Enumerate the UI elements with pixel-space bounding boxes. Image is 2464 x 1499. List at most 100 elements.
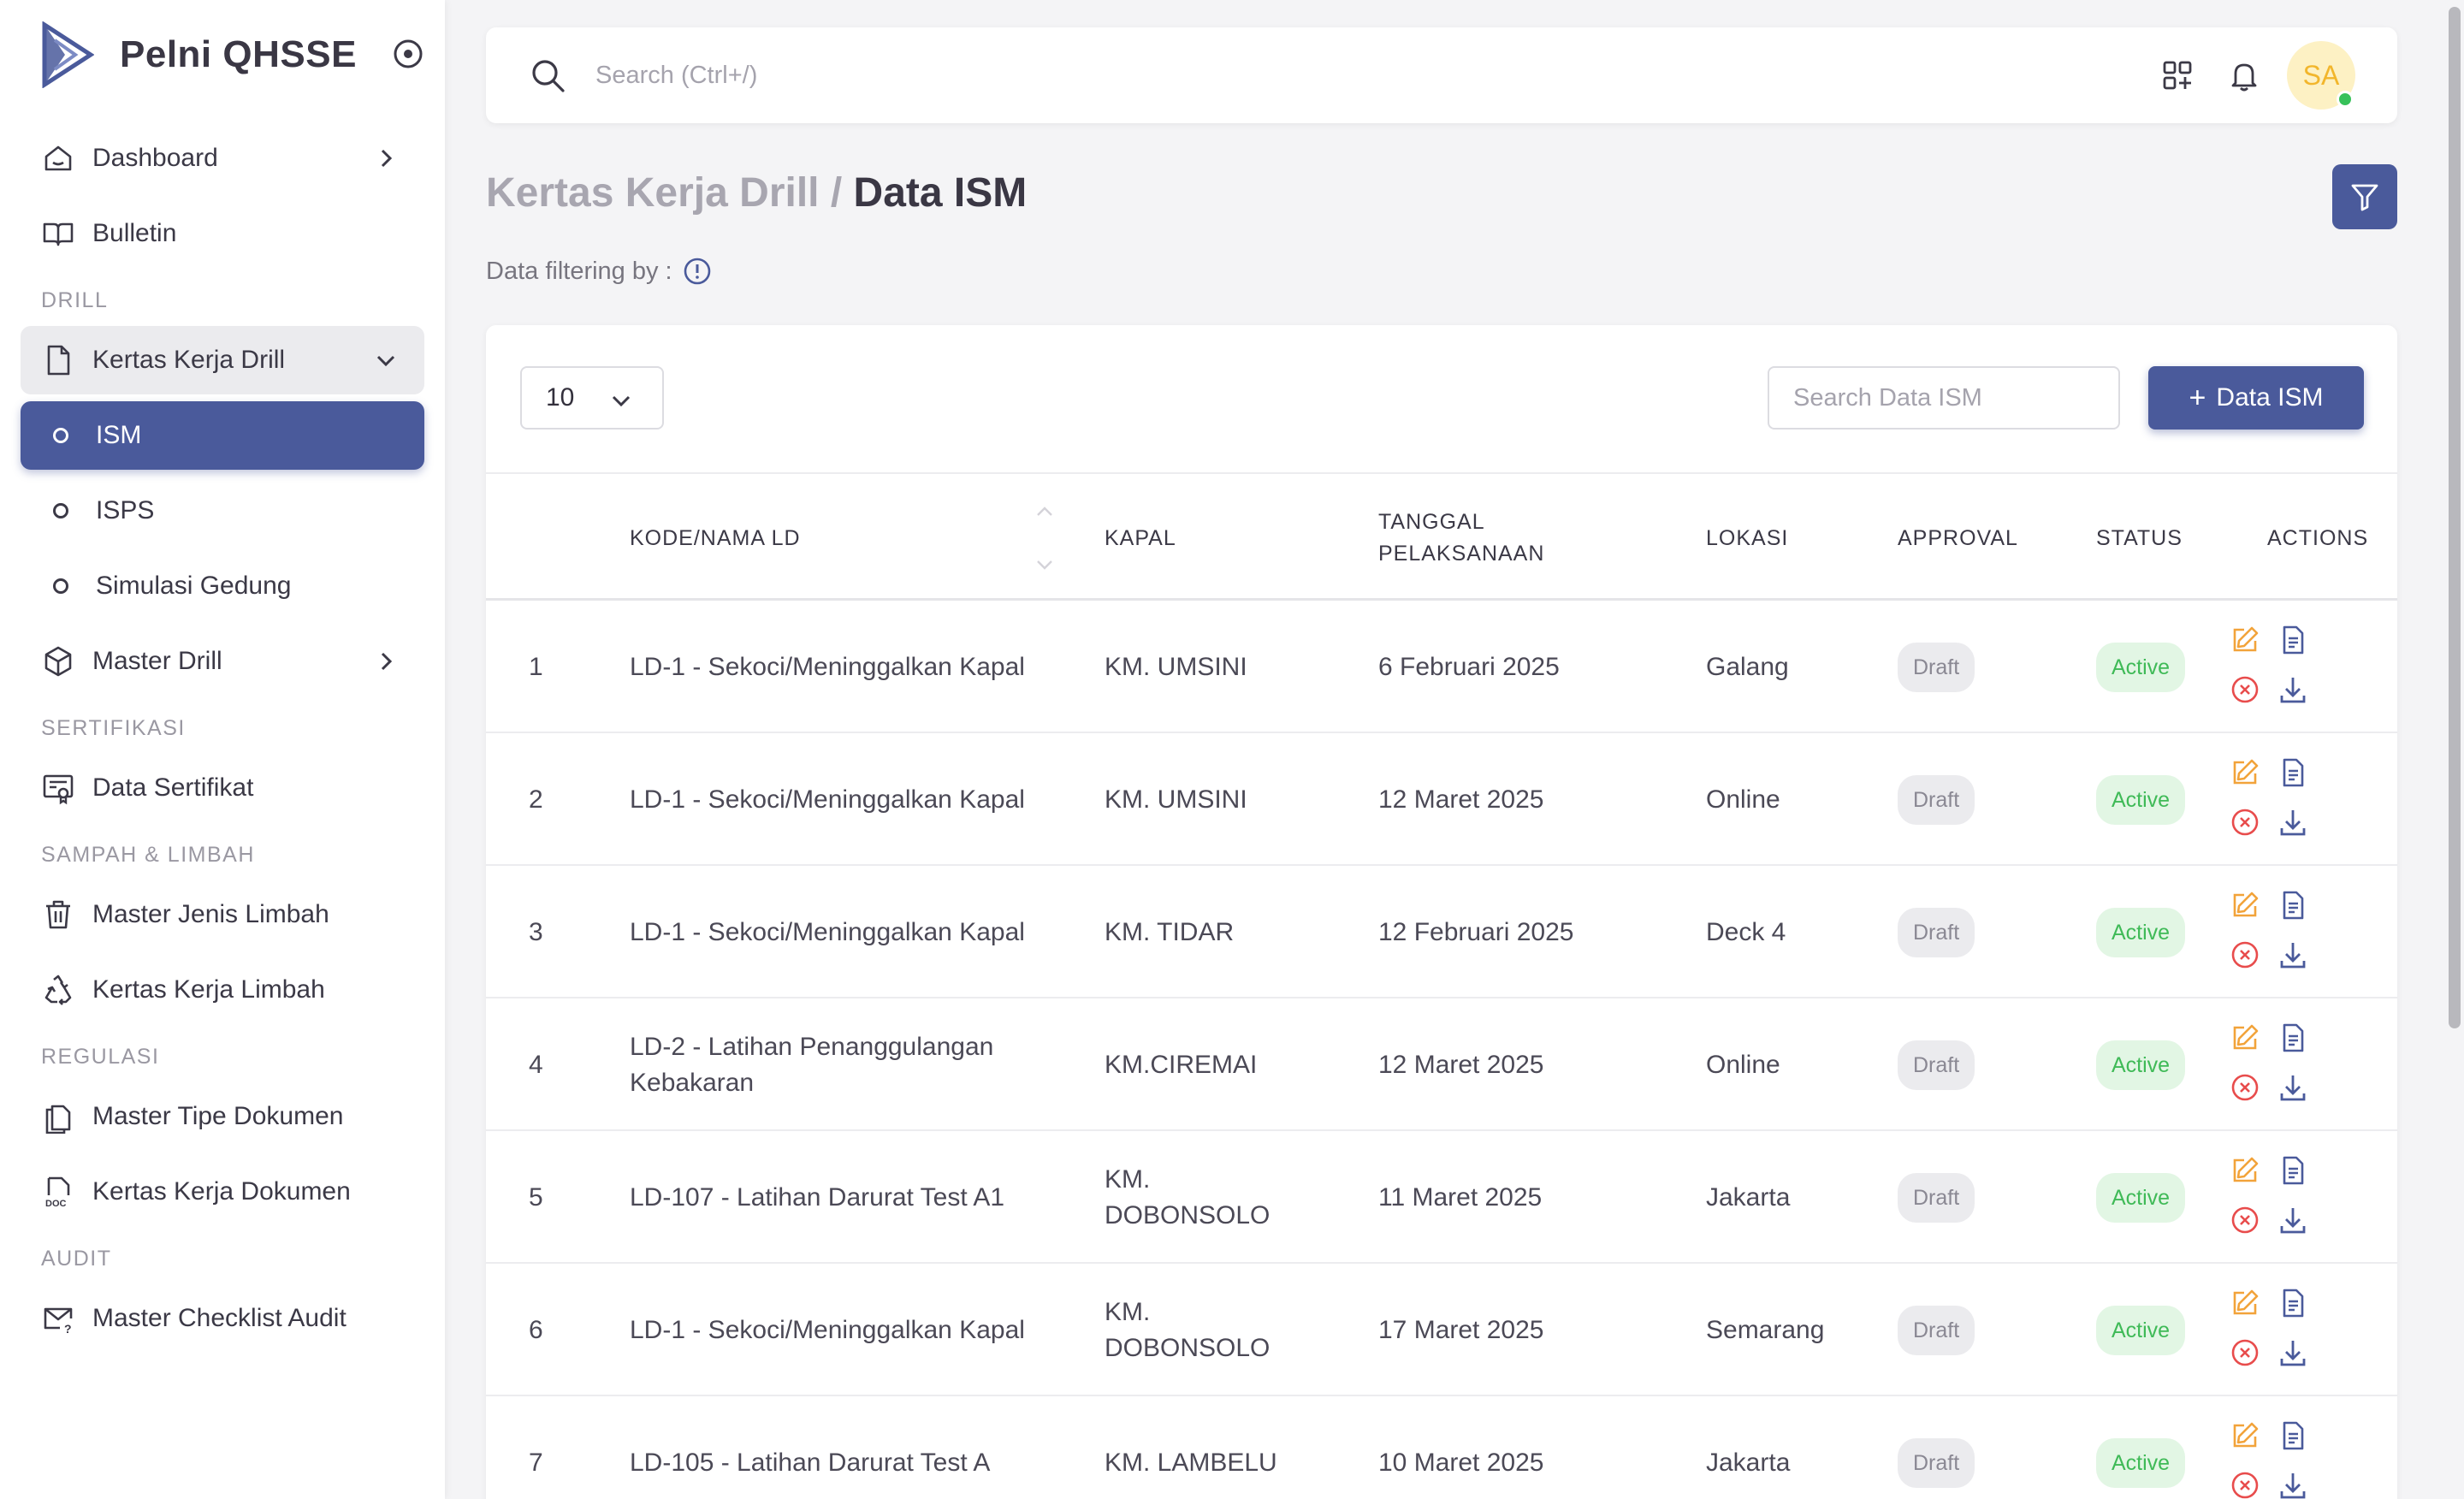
chevron-down-icon — [612, 395, 631, 407]
download-icon[interactable] — [2277, 674, 2308, 705]
row-actions — [2230, 1022, 2315, 1108]
sidebar-item-master-checklist-audit[interactable]: ? Master Checklist Audit — [21, 1284, 424, 1353]
delete-icon[interactable] — [2230, 939, 2260, 970]
filter-button[interactable] — [2332, 164, 2397, 229]
delete-icon[interactable] — [2230, 807, 2260, 838]
certificate-icon — [43, 774, 74, 805]
edit-icon[interactable] — [2230, 1155, 2260, 1186]
download-icon[interactable] — [2277, 1072, 2308, 1103]
status-badge: Active — [2096, 907, 2186, 957]
cell-lokasi: Online — [1706, 785, 1780, 814]
delete-icon[interactable] — [2230, 674, 2260, 705]
delete-icon[interactable] — [2230, 1072, 2260, 1103]
document-icon[interactable] — [2277, 1022, 2308, 1053]
add-data-ism-button[interactable]: + Data ISM — [2148, 366, 2364, 430]
sidebar-item-master-tipe-dokumen[interactable]: Master Tipe Dokumen — [21, 1082, 424, 1151]
apps-add-icon[interactable] — [2160, 58, 2194, 92]
sidebar-item-label: Master Jenis Limbah — [92, 900, 329, 928]
cell-kapal: KM.CIREMAI — [1105, 1050, 1258, 1079]
cell-no: 2 — [529, 785, 543, 814]
delete-icon[interactable] — [2230, 1205, 2260, 1235]
document-icon[interactable] — [2277, 890, 2308, 921]
sidebar-item-master-drill[interactable]: Master Drill — [21, 627, 424, 696]
sidebar-item-kertas-kerja-drill[interactable]: Kertas Kerja Drill — [21, 326, 424, 394]
scrollbar-thumb[interactable] — [2449, 7, 2461, 1028]
rows-per-page-select[interactable]: 10 — [520, 366, 664, 430]
sidebar-item-ism[interactable]: ISM — [21, 401, 424, 470]
status-badge: Active — [2096, 1305, 2186, 1355]
cell-lokasi: Jakarta — [1706, 1448, 1791, 1477]
column-header-kode[interactable]: KODE/NAMA LD — [630, 474, 801, 602]
download-icon[interactable] — [2277, 1337, 2308, 1368]
page-title: Kertas Kerja Drill / Data ISM — [486, 169, 1027, 216]
column-header-approval: APPROVAL — [1898, 525, 2018, 550]
plus-icon: + — [2189, 381, 2206, 414]
edit-icon[interactable] — [2230, 757, 2260, 788]
doc-file-icon: DOC — [45, 1176, 70, 1209]
brand[interactable]: Pelni QHSSE — [41, 19, 424, 91]
sidebar-item-bulletin[interactable]: Bulletin — [21, 199, 424, 268]
sidebar-item-label: Dashboard — [92, 144, 218, 172]
edit-icon[interactable] — [2230, 890, 2260, 921]
sidebar-item-master-jenis-limbah[interactable]: Master Jenis Limbah — [21, 880, 424, 949]
sidebar: Pelni QHSSE Dashboard Bulletin DRILL Ker… — [0, 0, 445, 1499]
filter-note: Data filtering by : — [486, 257, 712, 286]
sidebar-item-simulasi-gedung[interactable]: Simulasi Gedung — [21, 552, 424, 620]
edit-icon[interactable] — [2230, 1288, 2260, 1318]
download-icon[interactable] — [2277, 1205, 2308, 1235]
sidebar-item-label: Data Sertifikat — [92, 773, 254, 802]
table-row: 7 LD-105 - Latihan Darurat Test A KM. LA… — [486, 1396, 2397, 1499]
info-icon[interactable] — [683, 257, 712, 286]
cell-tanggal: 12 Februari 2025 — [1378, 917, 1574, 946]
cell-lokasi: Jakarta — [1706, 1182, 1791, 1212]
download-icon[interactable] — [2277, 1470, 2308, 1499]
row-actions — [2230, 890, 2315, 975]
delete-icon[interactable] — [2230, 1470, 2260, 1499]
sidebar-item-kertas-kerja-dokumen[interactable]: DOC Kertas Kerja Dokumen — [21, 1158, 424, 1226]
global-search-input[interactable] — [595, 53, 1365, 98]
bell-icon[interactable] — [2227, 58, 2261, 92]
sidebar-item-kertas-kerja-limbah[interactable]: Kertas Kerja Limbah — [21, 956, 424, 1024]
sidebar-item-label: Master Tipe Dokumen — [92, 1102, 344, 1130]
sidebar-toggle-icon[interactable] — [392, 38, 424, 70]
svg-text:DOC: DOC — [45, 1199, 67, 1209]
edit-icon[interactable] — [2230, 1420, 2260, 1451]
cell-kode: LD-1 - Sekoci/Meninggalkan Kapal — [630, 785, 1025, 814]
document-icon[interactable] — [2277, 1155, 2308, 1186]
cell-kode: LD-1 - Sekoci/Meninggalkan Kapal — [630, 652, 1025, 681]
sidebar-item-label: ISPS — [96, 496, 155, 524]
book-icon — [43, 222, 74, 246]
sidebar-item-dashboard[interactable]: Dashboard — [21, 124, 424, 193]
page-scrollbar[interactable] — [2443, 0, 2464, 1499]
section-label-drill: DRILL — [41, 287, 109, 312]
row-actions — [2230, 625, 2315, 710]
cell-tanggal: 12 Maret 2025 — [1378, 1050, 1544, 1079]
sort-icon[interactable] — [1034, 500, 1055, 577]
cell-kapal: KM. LAMBELU — [1105, 1448, 1277, 1477]
sidebar-item-label: Simulasi Gedung — [96, 572, 292, 600]
breadcrumb-current: Data ISM — [853, 170, 1028, 216]
cell-lokasi: Deck 4 — [1706, 917, 1786, 946]
avatar-initials: SA — [2302, 59, 2340, 91]
download-icon[interactable] — [2277, 807, 2308, 838]
cell-kapal: KM. DOBONSOLO — [1105, 1164, 1270, 1229]
breadcrumb-parent[interactable]: Kertas Kerja Drill / — [486, 170, 842, 216]
cell-tanggal: 6 Februari 2025 — [1378, 652, 1560, 681]
document-icon[interactable] — [2277, 1420, 2308, 1451]
document-icon[interactable] — [2277, 625, 2308, 655]
delete-icon[interactable] — [2230, 1337, 2260, 1368]
online-status-indicator — [2337, 91, 2354, 108]
sidebar-item-data-sertifikat[interactable]: Data Sertifikat — [21, 754, 424, 822]
edit-icon[interactable] — [2230, 1022, 2260, 1053]
row-actions — [2230, 1420, 2315, 1499]
edit-icon[interactable] — [2230, 625, 2260, 655]
table-search-input[interactable] — [1768, 366, 2120, 430]
document-icon[interactable] — [2277, 757, 2308, 788]
sidebar-item-isps[interactable]: ISPS — [21, 477, 424, 545]
document-icon[interactable] — [2277, 1288, 2308, 1318]
download-icon[interactable] — [2277, 939, 2308, 970]
cell-kode: LD-1 - Sekoci/Meninggalkan Kapal — [630, 1315, 1025, 1344]
user-avatar[interactable]: SA — [2287, 41, 2355, 110]
cell-tanggal: 10 Maret 2025 — [1378, 1448, 1544, 1477]
status-badge: Active — [2096, 642, 2186, 692]
